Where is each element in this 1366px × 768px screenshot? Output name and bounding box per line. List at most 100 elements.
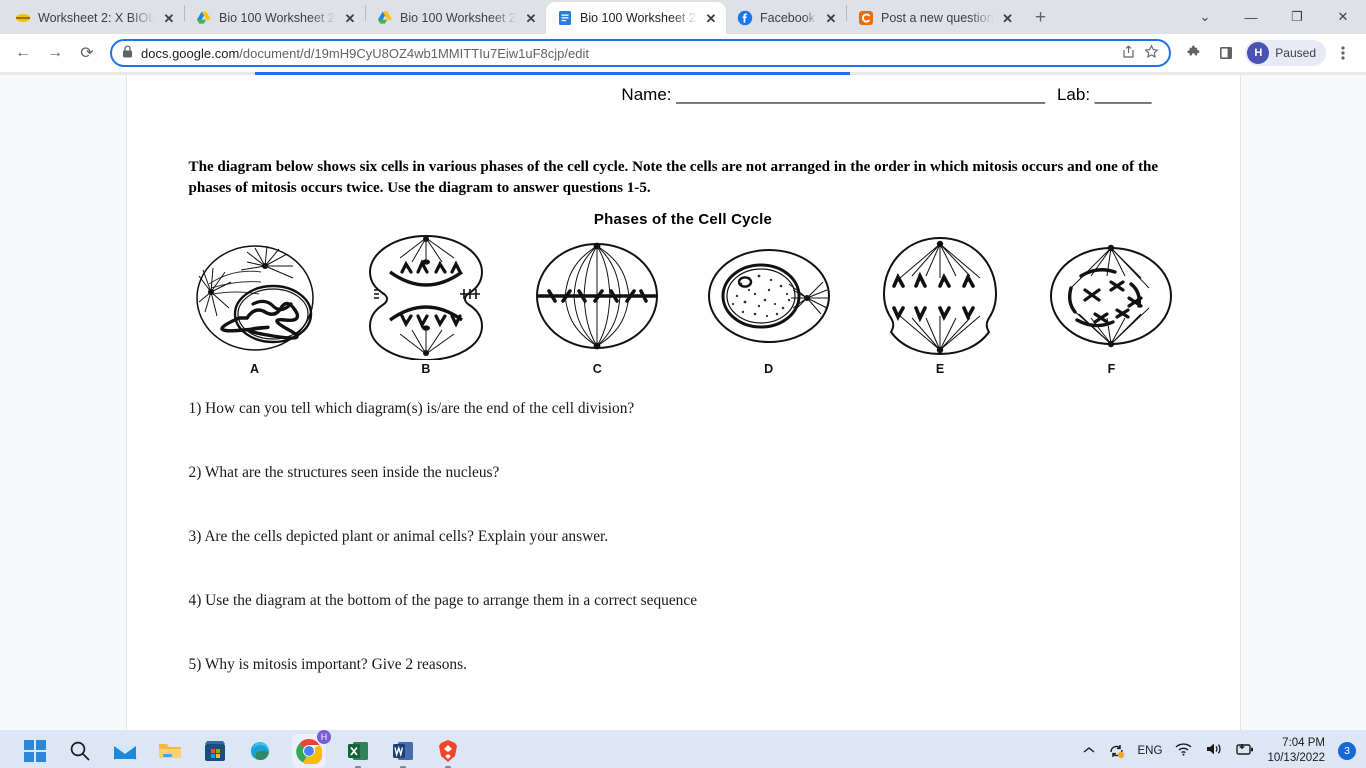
tab-close-button[interactable]: ✕ <box>704 12 718 25</box>
cell-diagram-b: B <box>360 232 492 376</box>
cell-label-a: A <box>249 362 260 377</box>
file-explorer-icon[interactable] <box>157 738 183 764</box>
brave-icon[interactable] <box>435 738 461 768</box>
sync-icon[interactable] <box>1108 743 1125 759</box>
instructions-paragraph: The diagram below shows six cells in var… <box>188 159 1159 196</box>
tab-close-button[interactable]: ✕ <box>343 12 357 25</box>
maximize-button[interactable]: ❐ <box>1274 0 1320 34</box>
cell-label-e: E <box>935 362 945 377</box>
avatar: H <box>1247 42 1270 64</box>
cell-a-drawing <box>195 245 314 352</box>
cell-c-drawing <box>536 242 659 350</box>
clock-time: 7:04 PM <box>1282 737 1325 750</box>
language-indicator[interactable]: ENG <box>1138 745 1163 757</box>
taskbar-icon-group: H <box>0 729 461 768</box>
new-tab-button[interactable]: + <box>1027 4 1055 32</box>
cell-diagram-d: D <box>703 232 835 376</box>
google-drive-icon <box>196 10 212 26</box>
cell-d-drawing <box>707 249 830 344</box>
cell-diagram-e: E <box>874 232 1006 376</box>
edge-icon[interactable] <box>247 738 273 764</box>
browser-toolbar: ← → ⟳ docs.google.com/document/d/19mH9Cy… <box>0 34 1366 72</box>
word-icon[interactable] <box>390 738 416 768</box>
tab-close-button[interactable]: ✕ <box>824 12 838 25</box>
cell-b-drawing <box>368 235 483 361</box>
chegg-icon <box>858 10 874 26</box>
question-item-1: 1) How can you tell which diagram(s) is/… <box>188 400 635 418</box>
browser-tab-5[interactable]: Post a new question ✕ <box>847 2 1023 34</box>
speaker-icon[interactable] <box>1205 742 1222 759</box>
question-item-4: 4) Use the diagram at the bottom of the … <box>188 592 698 610</box>
name-blank: _______________________________________ <box>676 85 1045 104</box>
document-header-line: Name: __________________________________… <box>187 85 1180 105</box>
tab-close-button[interactable]: ✕ <box>1001 12 1015 25</box>
document-viewport[interactable]: Name: __________________________________… <box>0 75 1366 730</box>
reload-button[interactable]: ⟳ <box>72 38 102 68</box>
cell-e-drawing <box>883 237 998 356</box>
share-icon[interactable] <box>1121 44 1136 62</box>
lock-icon <box>122 45 133 61</box>
star-icon[interactable] <box>1144 44 1159 62</box>
excel-icon[interactable] <box>345 738 371 768</box>
browser-tab-2[interactable]: Bio 100 Worksheet 2B ✕ <box>366 2 546 34</box>
question-item-3: 3) Are the cells depicted plant or anima… <box>188 528 609 546</box>
cell-diagram-c: C <box>531 232 663 376</box>
side-panel-icon[interactable] <box>1211 38 1241 68</box>
tab-close-button[interactable]: ✕ <box>524 12 538 25</box>
browser-tab-1[interactable]: Bio 100 Worksheet 2A ✕ <box>185 2 365 34</box>
google-docs-icon <box>557 10 573 26</box>
tab-title: Worksheet 2: X BIOL100 <box>38 11 155 25</box>
battery-charging-icon[interactable] <box>1235 743 1254 759</box>
minimize-button[interactable]: — <box>1228 0 1274 34</box>
puzzle-piece-icon[interactable] <box>1179 38 1209 68</box>
browser-tab-3-active[interactable]: Bio 100 Worksheet 2A ✕ <box>546 2 726 34</box>
taskbar-clock[interactable]: 7:04 PM 10/13/2022 <box>1267 736 1325 765</box>
document-page: Name: __________________________________… <box>125 75 1241 730</box>
question-item-2: 2) What are the structures seen inside t… <box>188 464 500 482</box>
address-bar[interactable]: docs.google.com/document/d/19mH9CyU8OZ4w… <box>110 39 1172 67</box>
tab-title: Bio 100 Worksheet 2B <box>400 11 517 25</box>
tab-title: Bio 100 Worksheet 2A <box>580 11 697 25</box>
search-icon[interactable] <box>67 738 93 764</box>
question-list: 1) How can you tell which diagram(s) is/… <box>187 400 1180 674</box>
notification-badge[interactable]: 3 <box>1338 741 1356 760</box>
chevron-up-icon[interactable] <box>1083 745 1095 757</box>
url-host: docs.google.com <box>141 45 240 61</box>
windows-start-icon[interactable] <box>22 738 48 764</box>
question-item-5: 5) Why is mitosis important? Give 2 reas… <box>188 656 467 674</box>
profile-chip[interactable]: H Paused <box>1245 40 1326 66</box>
back-button[interactable]: ← <box>8 38 38 68</box>
url-path: /document/d/19mH9CyU8OZ4wb1MMITTIu7Eiw1u… <box>239 45 589 61</box>
close-window-button[interactable]: ✕ <box>1320 0 1366 34</box>
cell-label-f: F <box>1107 362 1116 377</box>
windows-taskbar: H ENG 7:04 PM 10/13/2022 3 <box>0 729 1366 768</box>
three-dot-menu-icon[interactable] <box>1328 38 1358 68</box>
mail-icon[interactable] <box>112 738 138 764</box>
window-controls: ⌄ — ❐ ✕ <box>1182 0 1366 34</box>
browser-tab-4[interactable]: Facebook ✕ <box>726 2 846 34</box>
cell-label-b: B <box>421 362 431 377</box>
forward-button[interactable]: → <box>40 38 70 68</box>
cell-diagram-row: A B C D E F <box>187 232 1180 376</box>
browser-tab-strip: Worksheet 2: X BIOL100 ✕ Bio 100 Workshe… <box>0 0 1366 34</box>
profile-status-label: Paused <box>1275 46 1316 60</box>
chrome-icon[interactable]: H <box>292 729 331 768</box>
tab-title: Post a new question <box>881 11 994 25</box>
tab-close-button[interactable]: ✕ <box>162 12 176 25</box>
name-field-label: Name: __________________________________… <box>621 85 1045 104</box>
url-text: docs.google.com/document/d/19mH9CyU8OZ4w… <box>141 46 1113 61</box>
tab-title: Bio 100 Worksheet 2A <box>219 11 336 25</box>
cell-label-c: C <box>592 362 602 377</box>
cell-label-d: D <box>764 362 774 377</box>
lab-field-label: Lab: ______ <box>1056 85 1152 104</box>
cell-diagram-a: A <box>189 232 321 376</box>
lab-blank: ______ <box>1094 85 1152 104</box>
google-drive-icon <box>377 10 393 26</box>
tab-search-chevron-icon[interactable]: ⌄ <box>1182 0 1228 34</box>
wifi-icon[interactable] <box>1175 742 1192 759</box>
system-tray: ENG 7:04 PM 10/13/2022 3 <box>1083 730 1356 768</box>
figure-title: Phases of the Cell Cycle <box>593 211 773 229</box>
chrome-profile-badge: H <box>317 729 331 744</box>
microsoft-store-icon[interactable] <box>202 738 228 764</box>
browser-tab-0[interactable]: Worksheet 2: X BIOL100 ✕ <box>4 2 184 34</box>
